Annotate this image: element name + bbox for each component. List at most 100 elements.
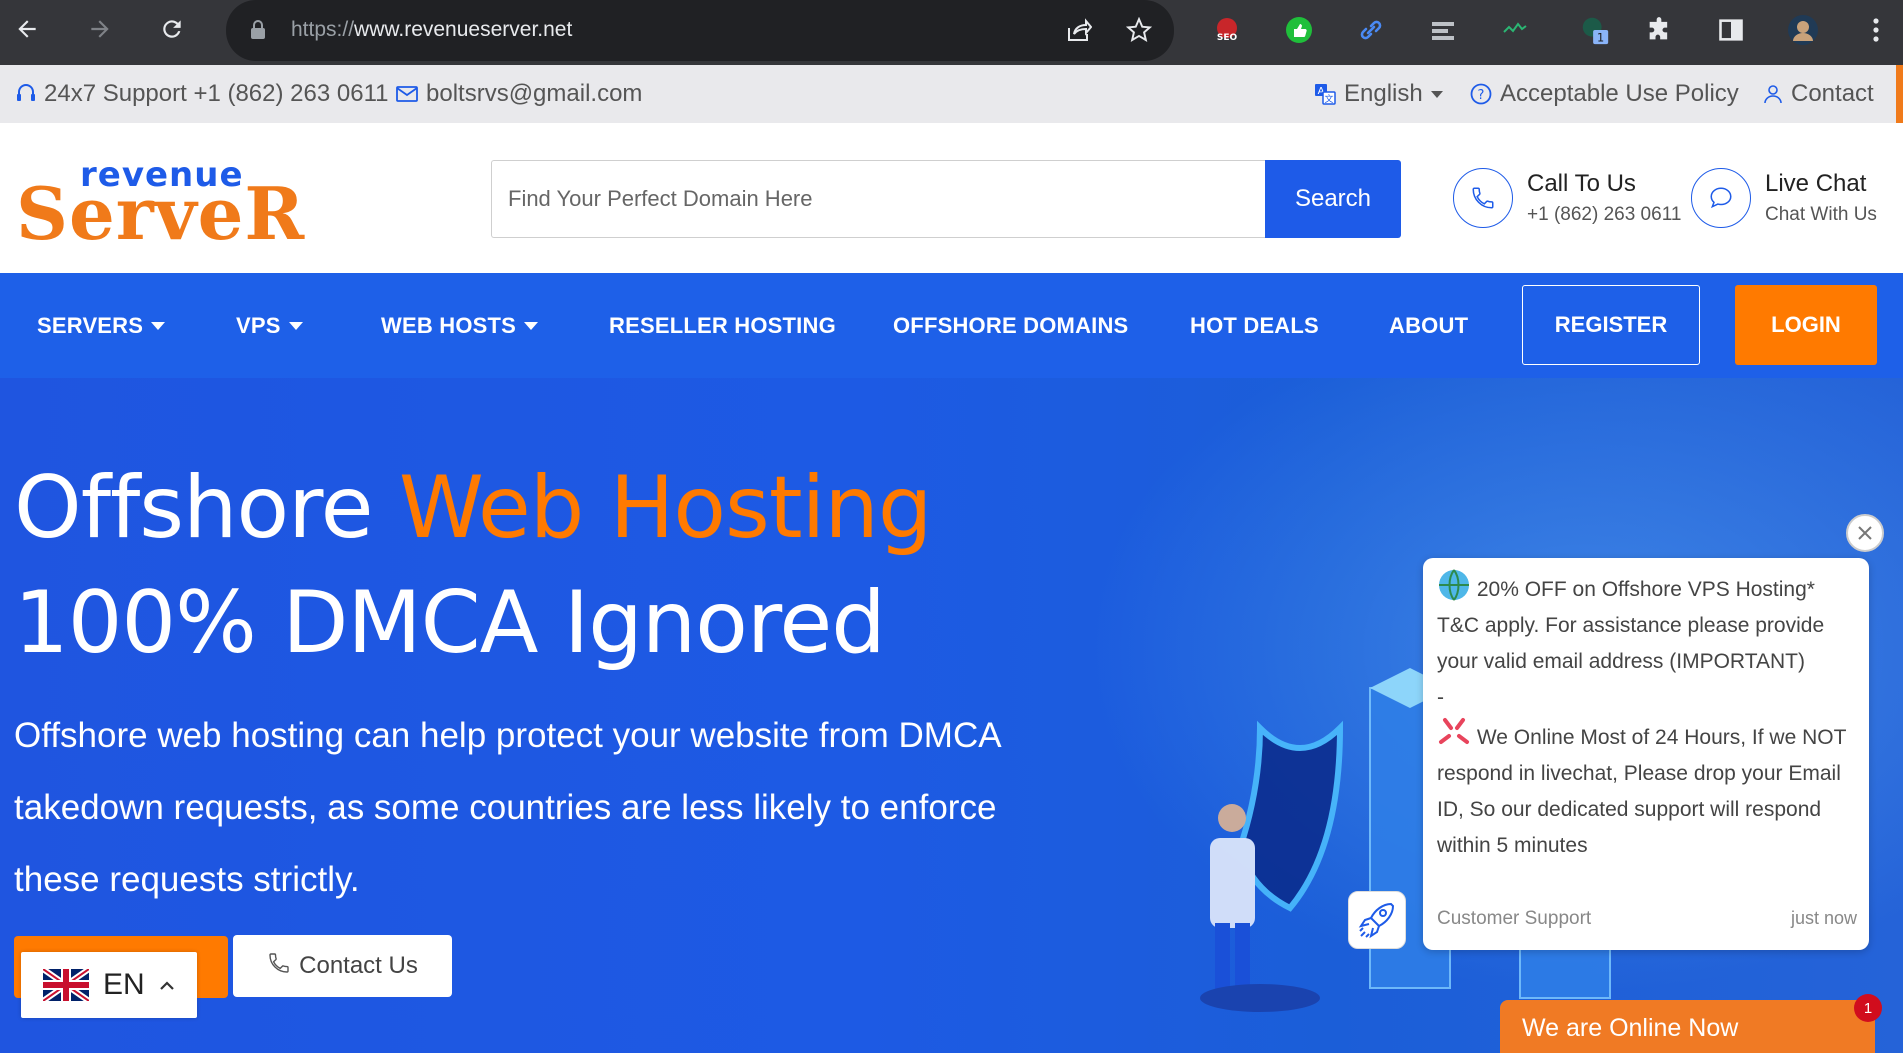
link-extension-icon[interactable] xyxy=(1355,14,1387,46)
support-email[interactable]: boltsrvs@gmail.com xyxy=(396,80,642,108)
main-navigation: SERVERS VPS WEB HOSTS RESELLER HOSTING O… xyxy=(0,273,1903,378)
badge-extension-icon[interactable]: 1 xyxy=(1579,14,1611,46)
page-root: https://www.revenueserver.net SEO 1 24x7… xyxy=(0,0,1903,1053)
chevron-down-icon xyxy=(1430,90,1443,98)
support-phone[interactable]: 24x7 Support +1 (862) 263 0611 xyxy=(16,80,388,108)
hero-title-accent: Web Hosting xyxy=(398,458,933,558)
domain-search-form: Search xyxy=(491,160,1401,238)
chat-separator: - xyxy=(1437,686,1444,709)
nav-item-reseller-hosting[interactable]: RESELLER HOSTING xyxy=(609,313,836,339)
support-text: 24x7 Support +1 (862) 263 0611 xyxy=(44,80,389,107)
nav-label: HOT DEALS xyxy=(1190,313,1319,338)
lock-icon xyxy=(250,20,266,45)
policy-label: Acceptable Use Policy xyxy=(1500,80,1739,107)
chat-line-offer: 20% OFF on Offshore VPS Hosting* T&C app… xyxy=(1437,578,1825,673)
extensions-puzzle-icon[interactable] xyxy=(1643,14,1675,46)
globe-icon xyxy=(1439,569,1469,601)
grammar-extension-icon[interactable] xyxy=(1427,14,1459,46)
side-panel-icon[interactable] xyxy=(1715,14,1747,46)
url-text: https://www.revenueserver.net xyxy=(291,18,573,41)
chat-bubble-icon xyxy=(1691,168,1751,228)
nav-label: OFFSHORE DOMAINS xyxy=(893,313,1129,338)
caret-down-icon xyxy=(288,322,303,330)
live-chat-link[interactable]: Live Chat Chat With Us xyxy=(1691,168,1877,228)
nav-item-offshore-domains[interactable]: OFFSHORE DOMAINS xyxy=(893,313,1128,339)
hero-title: Offshore Web Hosting xyxy=(14,458,933,558)
chat-line-notice: We Online Most of 24 Hours, If we NOT re… xyxy=(1437,726,1847,857)
contact-label: Contact xyxy=(1791,80,1874,107)
contact-us-button[interactable]: Contact Us xyxy=(233,935,452,997)
language-dropdown[interactable]: A文 English xyxy=(1314,80,1443,108)
domain-search-input[interactable] xyxy=(491,160,1265,238)
anger-symbol-icon xyxy=(1439,718,1469,744)
rocket-icon xyxy=(1348,891,1406,949)
chevron-up-icon xyxy=(159,981,174,990)
svg-text:1: 1 xyxy=(1597,31,1604,44)
nav-item-about[interactable]: ABOUT xyxy=(1389,313,1468,339)
login-button[interactable]: LOGIN xyxy=(1735,285,1877,365)
hero-paragraph: Offshore web hosting can help protect yo… xyxy=(14,716,1000,899)
forward-icon[interactable] xyxy=(85,14,115,44)
livechat-sub: Chat With Us xyxy=(1765,204,1877,225)
share-icon[interactable] xyxy=(1064,15,1094,45)
nav-item-vps[interactable]: VPS xyxy=(236,313,303,339)
nav-item-servers[interactable]: SERVERS xyxy=(37,313,166,339)
nav-item-web-hosts[interactable]: WEB HOSTS xyxy=(381,313,539,339)
analytics-extension-icon[interactable] xyxy=(1499,14,1531,46)
search-button[interactable]: Search xyxy=(1265,160,1401,238)
register-button[interactable]: REGISTER xyxy=(1522,285,1700,365)
caret-down-icon xyxy=(151,322,166,330)
browser-menu-icon[interactable] xyxy=(1860,14,1892,46)
chat-message-body: 20% OFF on Offshore VPS Hosting* T&C app… xyxy=(1437,568,1862,864)
phone-icon xyxy=(1453,168,1513,228)
translate-icon: A文 xyxy=(1314,83,1336,105)
close-icon xyxy=(1858,526,1872,540)
site-logo[interactable]: revenue ServeR xyxy=(16,153,316,256)
browser-toolbar: https://www.revenueserver.net SEO 1 xyxy=(0,0,1903,65)
profile-avatar[interactable] xyxy=(1787,14,1819,46)
unread-count-badge: 1 xyxy=(1854,994,1882,1022)
live-chat-launcher[interactable]: We are Online Now xyxy=(1500,1000,1875,1053)
hero-subtitle: 100% DMCA Ignored xyxy=(14,573,886,673)
nav-label: SERVERS xyxy=(37,313,144,338)
call-to-us[interactable]: Call To Us +1 (862) 263 0611 xyxy=(1453,168,1681,228)
chat-message-popup[interactable]: 20% OFF on Offshore VPS Hosting* T&C app… xyxy=(1423,558,1869,950)
headset-icon xyxy=(16,83,36,105)
chat-timestamp: just now xyxy=(1790,908,1857,928)
uk-flag-icon xyxy=(43,969,89,1001)
svg-text:文: 文 xyxy=(1324,93,1333,105)
call-number: +1 (862) 263 0611 xyxy=(1527,204,1682,225)
email-text: boltsrvs@gmail.com xyxy=(426,80,643,107)
svg-text:SEO: SEO xyxy=(1217,33,1238,43)
bookmark-star-icon[interactable] xyxy=(1124,15,1154,45)
language-label: English xyxy=(1344,80,1423,107)
site-header: revenue ServeR Search Call To Us +1 (862… xyxy=(0,123,1903,273)
chat-sender: Customer Support xyxy=(1437,908,1592,929)
language-code: EN xyxy=(103,968,145,1001)
nav-item-hot-deals[interactable]: HOT DEALS xyxy=(1190,313,1319,339)
svg-text:?: ? xyxy=(1478,88,1485,103)
nav-label: WEB HOSTS xyxy=(381,313,517,338)
address-bar[interactable]: https://www.revenueserver.net xyxy=(226,0,1174,61)
hero-title-part: Offshore xyxy=(14,458,399,558)
close-chat-button[interactable] xyxy=(1846,514,1884,552)
language-switcher[interactable]: EN xyxy=(21,952,197,1018)
nav-label: RESELLER HOSTING xyxy=(609,313,836,338)
logo-bottom-text: ServeR xyxy=(16,171,306,256)
livechat-title: Live Chat xyxy=(1765,170,1867,197)
contact-link[interactable]: Contact xyxy=(1763,80,1874,108)
nav-label: VPS xyxy=(236,313,281,338)
seo-extension-icon[interactable]: SEO xyxy=(1211,14,1243,46)
thumbs-up-extension-icon[interactable] xyxy=(1283,14,1315,46)
top-info-bar: 24x7 Support +1 (862) 263 0611 boltsrvs@… xyxy=(0,65,1903,123)
call-title: Call To Us xyxy=(1527,170,1636,197)
acceptable-use-policy-link[interactable]: ? Acceptable Use Policy xyxy=(1470,80,1739,108)
back-icon[interactable] xyxy=(12,14,42,44)
contact-us-label: Contact Us xyxy=(299,952,418,979)
help-circle-icon: ? xyxy=(1470,83,1492,105)
reload-icon[interactable] xyxy=(157,14,187,44)
user-icon xyxy=(1763,84,1783,104)
caret-down-icon xyxy=(524,322,539,330)
nav-label: ABOUT xyxy=(1389,313,1469,338)
envelope-icon xyxy=(396,85,418,103)
